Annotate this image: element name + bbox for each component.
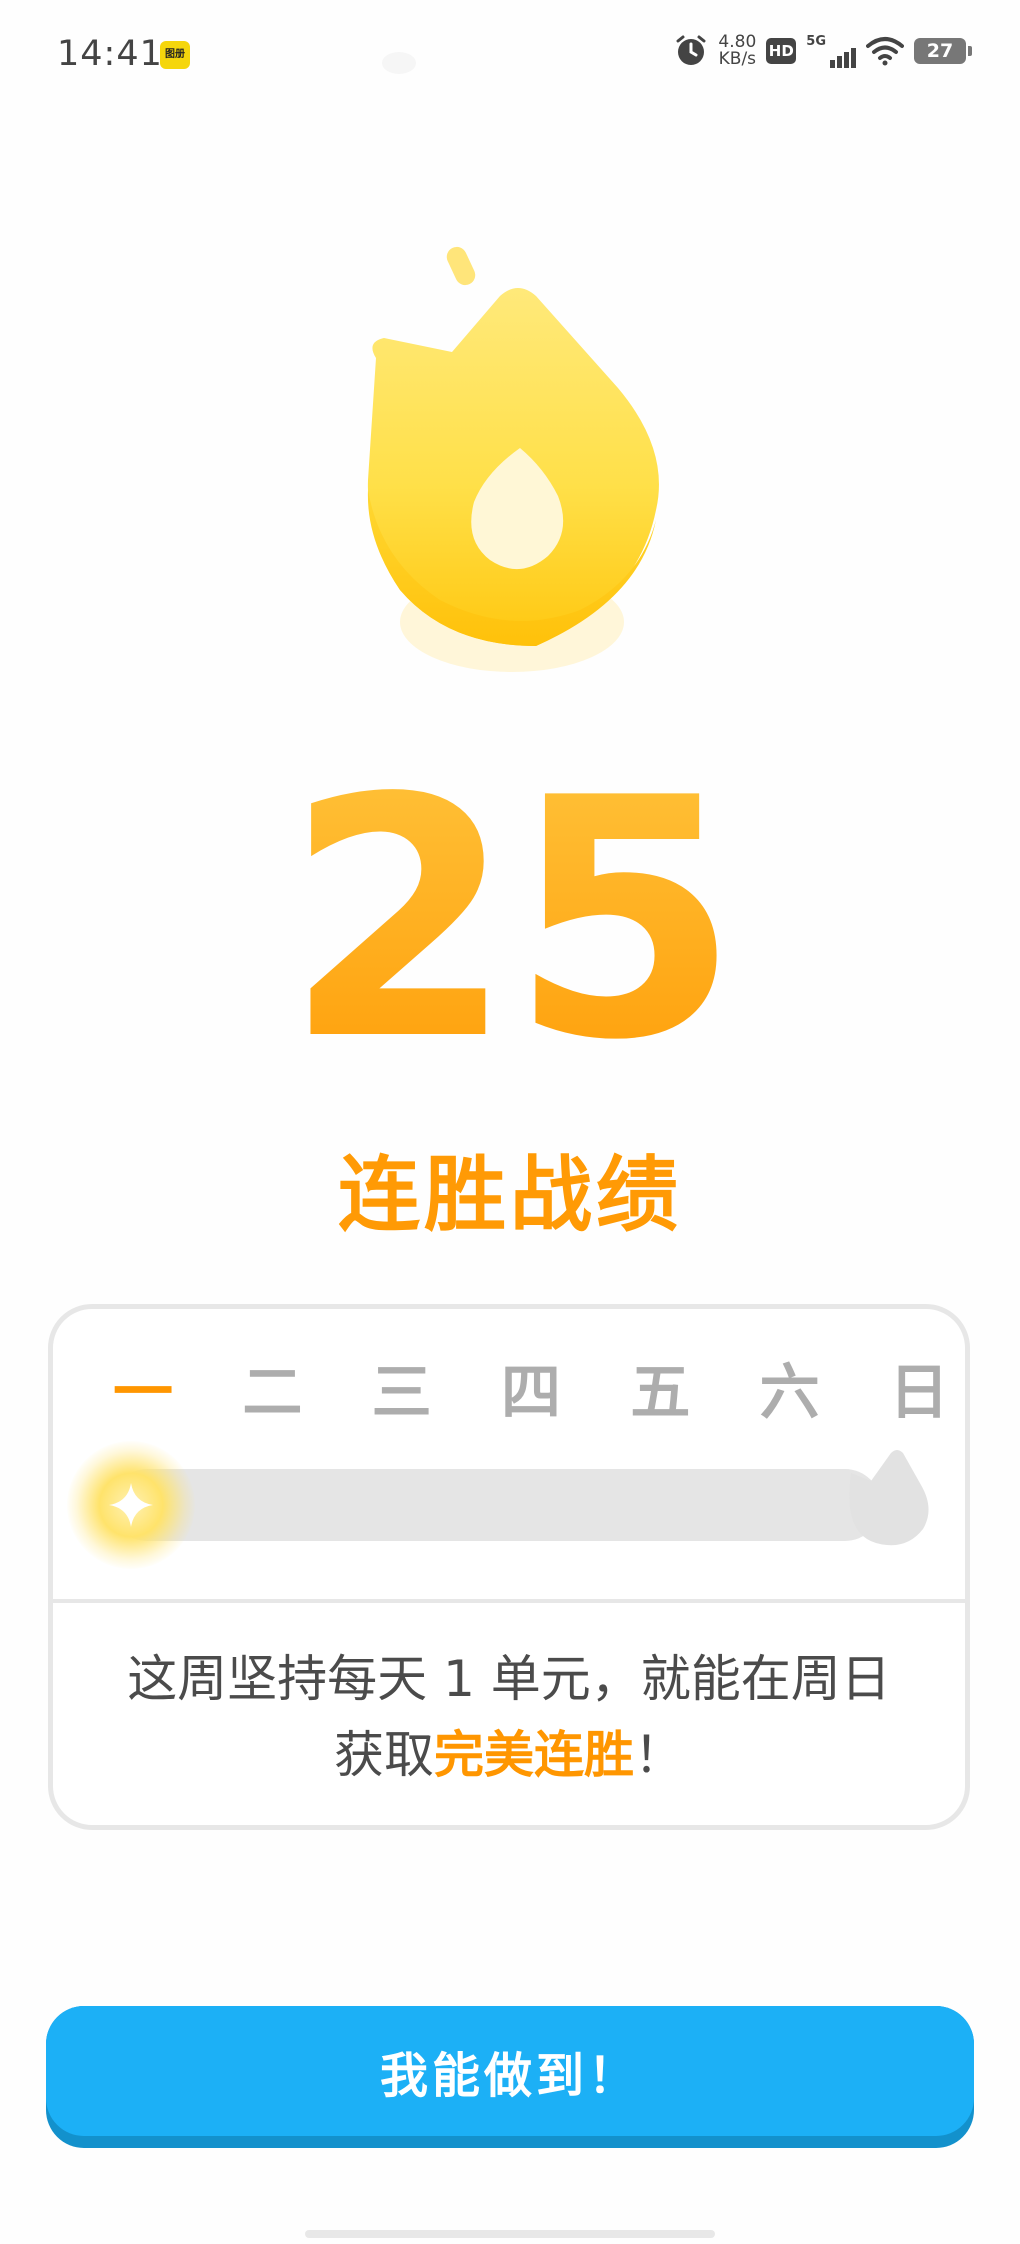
streak-count: 25 — [0, 755, 1020, 1085]
network-speed-unit: KB/s — [718, 49, 757, 69]
message-line-1: 这周坚持每天 1 单元，就能在周日 — [127, 1650, 891, 1708]
message-prefix: 获取 — [334, 1726, 434, 1784]
message-highlight: 完美连胜 — [434, 1726, 634, 1784]
weekday-sat: 六 — [759, 1358, 820, 1428]
progress-track — [111, 1469, 881, 1541]
alarm-icon — [676, 35, 706, 65]
status-time: 14:41 — [57, 34, 163, 74]
weekday-fri: 五 — [630, 1358, 691, 1428]
streak-label: 连胜战绩 — [337, 1148, 682, 1243]
battery-icon: 27 — [914, 38, 972, 64]
weekday-tue: 二 — [242, 1358, 303, 1428]
home-indicator[interactable] — [305, 2230, 715, 2238]
weekday-row: 一 二 三 四 五 六 日 — [105, 1353, 957, 1433]
card-divider — [53, 1599, 965, 1603]
flame-icon — [367, 246, 659, 672]
wifi-icon — [866, 37, 904, 66]
streak-goal-message: 这周坚持每天 1 单元，就能在周日 获取完美连胜！ — [53, 1641, 965, 1793]
message-line-2: 获取完美连胜！ — [53, 1717, 965, 1793]
sparkle-icon — [109, 1483, 153, 1527]
weekday-mon: 一 — [113, 1358, 173, 1428]
camera-cutout — [382, 52, 416, 74]
network-speed: 4.80 KB/s — [718, 34, 756, 68]
status-icons: 4.80 KB/s HD 5G 27 — [674, 34, 972, 68]
notification-app-icon: 图册 — [160, 41, 190, 69]
hd-voice-icon: HD — [766, 38, 797, 64]
weekly-streak-card: 一 二 三 四 五 六 日 这周坚持每天 1 单元，就能在周日 获取完美连胜！ — [48, 1304, 970, 1830]
cellular-signal-icon: 5G — [806, 34, 856, 68]
weekday-sun: 日 — [888, 1358, 949, 1428]
i-can-do-it-button[interactable]: 我能做到！ — [46, 2006, 974, 2148]
status-bar: 14:41 图册 4.80 KB/s HD 5G 27 — [0, 0, 1020, 110]
weekday-wed: 三 — [371, 1358, 432, 1428]
network-type: 5G — [806, 34, 826, 49]
message-suffix: ！ — [634, 1726, 684, 1784]
cta-label[interactable]: 我能做到！ — [46, 2006, 974, 2136]
weekday-thu: 四 — [500, 1358, 561, 1428]
flame-outline-icon — [849, 1450, 929, 1546]
